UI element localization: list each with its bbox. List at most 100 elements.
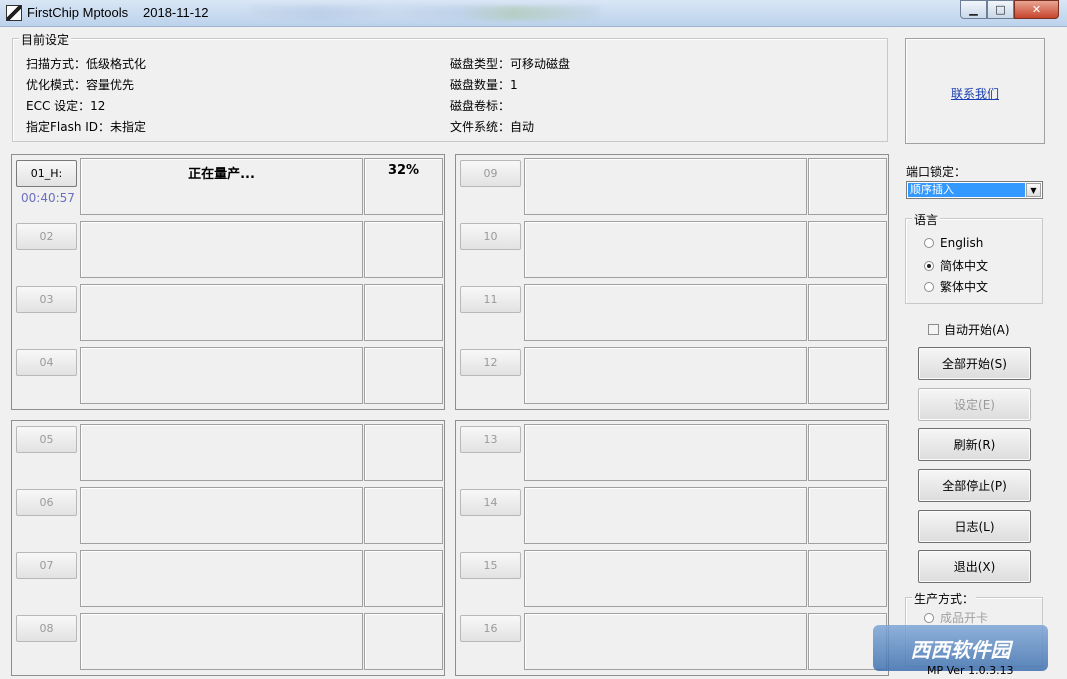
port-button[interactable]: 05: [16, 426, 77, 453]
port-status-cell: [80, 347, 363, 404]
dropdown-arrow-icon[interactable]: ▼: [1026, 183, 1041, 197]
port-button[interactable]: 14: [460, 489, 521, 516]
port-row: 14: [456, 484, 888, 547]
current-settings-legend: 目前设定: [19, 31, 72, 48]
radio-simplified-chinese-dot: [924, 260, 934, 271]
port-status-cell: [524, 487, 807, 544]
port-status-cell: [524, 424, 807, 481]
title-bar: FirstChip Mptools 2018-11-12 ▁ □ ✕: [0, 0, 1067, 27]
start-all-button[interactable]: 全部开始(S): [918, 347, 1031, 380]
port-progress-cell: [364, 613, 443, 670]
port-progress-cell: [808, 424, 887, 481]
port-row: 06: [12, 484, 444, 547]
minimize-button[interactable]: ▁: [960, 0, 987, 19]
port-timer: 00:40:57: [21, 191, 75, 205]
port-row: 13: [456, 421, 888, 484]
port-button[interactable]: 06: [16, 489, 77, 516]
radio-finished-card-dot: [924, 612, 934, 623]
port-button[interactable]: 16: [460, 615, 521, 642]
window-title: FirstChip Mptools: [27, 5, 129, 20]
window-date: 2018-11-12: [143, 5, 209, 20]
radio-english[interactable]: English: [924, 236, 983, 250]
port-button[interactable]: 08: [16, 615, 77, 642]
port-button[interactable]: 11: [460, 286, 521, 313]
port-row: 15: [456, 547, 888, 610]
port-progress-cell: [364, 550, 443, 607]
port-status-text: 正在量产...: [188, 167, 255, 182]
auto-start-checkbox[interactable]: 自动开始(A): [928, 321, 1010, 338]
port-button[interactable]: 10: [460, 223, 521, 250]
port-button[interactable]: 07: [16, 552, 77, 579]
port-panel-5-8: 05 06 07 08: [11, 420, 445, 676]
port-button[interactable]: 01_H:: [16, 160, 77, 187]
port-lock-label: 端口锁定：: [906, 165, 967, 179]
port-row: 16: [456, 610, 888, 673]
refresh-button[interactable]: 刷新(R): [918, 428, 1031, 461]
contact-panel: 联系我们: [905, 38, 1045, 144]
port-row: 12: [456, 344, 888, 407]
port-row: 10: [456, 218, 888, 281]
port-row: 07: [12, 547, 444, 610]
radio-traditional-chinese[interactable]: 繁体中文: [924, 278, 988, 295]
exit-button[interactable]: 退出(X): [918, 550, 1031, 583]
port-progress-cell: [808, 284, 887, 341]
port-progress-cell: [808, 550, 887, 607]
port-status-cell: [80, 550, 363, 607]
port-status-cell: [80, 424, 363, 481]
radio-english-label: English: [940, 236, 984, 250]
port-status-cell: [524, 347, 807, 404]
radio-finished-card[interactable]: 成品开卡: [924, 609, 988, 626]
disk-count-text: 磁盘数量：1: [450, 78, 518, 92]
auto-start-label: 自动开始(A): [944, 323, 1010, 337]
disk-type-text: 磁盘类型：可移动磁盘: [450, 57, 571, 71]
port-row: 09: [456, 155, 888, 218]
port-panel-1-4: 01_H: 00:40:57 正在量产... 32% 02 03 04: [11, 154, 445, 410]
radio-finished-card-label: 成品开卡: [940, 611, 989, 625]
port-button[interactable]: 13: [460, 426, 521, 453]
port-status-cell: [80, 487, 363, 544]
port-status-cell: [80, 613, 363, 670]
port-button[interactable]: 03: [16, 286, 77, 313]
window-controls: ▁ □ ✕: [960, 0, 1059, 19]
port-lock-select[interactable]: 顺序插入 ▼: [906, 181, 1043, 199]
port-progress-cell: [364, 284, 443, 341]
port-progress-cell: [364, 424, 443, 481]
close-button[interactable]: ✕: [1014, 0, 1059, 19]
contact-us-link[interactable]: 联系我们: [951, 85, 999, 102]
disk-label-text: 磁盘卷标：: [450, 99, 511, 113]
optimize-mode-text: 优化模式：容量优先: [26, 78, 135, 92]
version-text: MP Ver 1.0.3.13: [927, 664, 1014, 677]
maximize-button[interactable]: □: [987, 0, 1014, 19]
port-button[interactable]: 09: [460, 160, 521, 187]
port-button[interactable]: 12: [460, 349, 521, 376]
current-settings-group: 目前设定 扫描方式：低级格式化 优化模式：容量优先 ECC 设定：12 指定Fl…: [12, 31, 888, 142]
port-button[interactable]: 15: [460, 552, 521, 579]
port-progress-cell: [364, 487, 443, 544]
port-button[interactable]: 02: [16, 223, 77, 250]
port-progress-cell: [808, 221, 887, 278]
production-mode-legend: 生产方式：: [912, 590, 977, 607]
port-row: 01_H: 00:40:57 正在量产... 32%: [12, 155, 444, 218]
log-button[interactable]: 日志(L): [918, 510, 1031, 543]
port-row: 02: [12, 218, 444, 281]
language-group: 语言 English 简体中文 繁体中文: [905, 211, 1043, 304]
port-progress-cell: [808, 158, 887, 215]
radio-simplified-chinese[interactable]: 简体中文: [924, 257, 988, 274]
port-status-cell: [524, 284, 807, 341]
port-row: 08: [12, 610, 444, 673]
stop-all-button[interactable]: 全部停止(P): [918, 469, 1031, 502]
port-status-cell: [524, 613, 807, 670]
port-row: 05: [12, 421, 444, 484]
port-percent-text: 32%: [387, 163, 420, 178]
port-status-cell: 正在量产...: [80, 158, 363, 215]
settings-button[interactable]: 设定(E): [918, 388, 1031, 421]
port-status-cell: [524, 221, 807, 278]
port-button[interactable]: 04: [16, 349, 77, 376]
port-progress-cell: [808, 347, 887, 404]
port-progress-cell: [808, 487, 887, 544]
auto-start-box: [928, 324, 939, 335]
radio-simplified-chinese-label: 简体中文: [940, 259, 989, 273]
port-progress-cell: [364, 347, 443, 404]
radio-traditional-chinese-label: 繁体中文: [940, 280, 989, 294]
port-status-cell: [524, 158, 807, 215]
